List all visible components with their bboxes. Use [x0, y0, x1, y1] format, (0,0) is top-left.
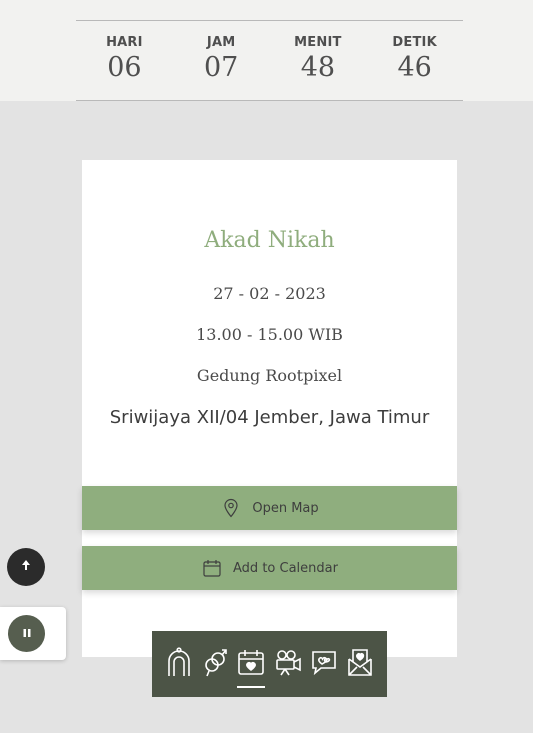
music-control: [0, 607, 66, 660]
countdown-label: DETIK: [392, 35, 437, 50]
calendar-icon: [237, 648, 265, 681]
event-title: Akad Nikah: [204, 228, 335, 253]
event-date: 27 - 02 - 2023: [213, 284, 326, 303]
countdown-band: HARI 06 JAM 07 MENIT 48 DETIK 46: [0, 0, 533, 101]
nav-item-messages[interactable]: [309, 644, 339, 684]
bottom-nav: [152, 631, 387, 697]
couple-icon: [202, 647, 228, 682]
event-venue: Gedung Rootpixel: [196, 366, 343, 385]
countdown-minutes: MENIT 48: [270, 21, 367, 100]
nav-item-arch[interactable]: [164, 644, 194, 684]
countdown-label: HARI: [106, 35, 143, 50]
countdown-hours: JAM 07: [173, 21, 270, 100]
pause-music-button[interactable]: [8, 615, 45, 652]
countdown-label: MENIT: [294, 35, 342, 50]
countdown-seconds: DETIK 46: [366, 21, 463, 100]
countdown-value: 07: [203, 52, 239, 83]
countdown-value: 06: [107, 52, 142, 83]
message-heart-icon: [310, 648, 338, 681]
nav-item-calendar[interactable]: [236, 644, 266, 688]
countdown-days: HARI 06: [76, 21, 173, 100]
countdown: HARI 06 JAM 07 MENIT 48 DETIK 46: [76, 20, 463, 101]
event-address: Sriwijaya XII/04 Jember, Jawa Timur: [109, 407, 430, 428]
countdown-value: 46: [397, 52, 432, 83]
countdown-value: 48: [300, 52, 336, 83]
video-camera-icon: [274, 648, 302, 681]
countdown-label: JAM: [206, 35, 236, 50]
map-pin-icon: [220, 497, 242, 519]
nav-item-video[interactable]: [273, 644, 303, 684]
open-map-button[interactable]: Open Map: [82, 486, 457, 530]
calendar-icon: [201, 557, 223, 579]
event-time: 13.00 - 15.00 WIB: [196, 325, 343, 344]
arrow-up-icon: [20, 558, 32, 576]
pause-icon: [22, 625, 32, 643]
arch-icon: [166, 646, 192, 682]
open-map-label: Open Map: [252, 500, 319, 516]
nav-item-envelope[interactable]: [345, 644, 375, 684]
scroll-to-top-button[interactable]: [7, 548, 45, 586]
add-calendar-label: Add to Calendar: [233, 560, 338, 576]
envelope-heart-icon: [346, 647, 374, 682]
nav-item-couple[interactable]: [200, 644, 230, 684]
add-to-calendar-button[interactable]: Add to Calendar: [82, 546, 457, 590]
